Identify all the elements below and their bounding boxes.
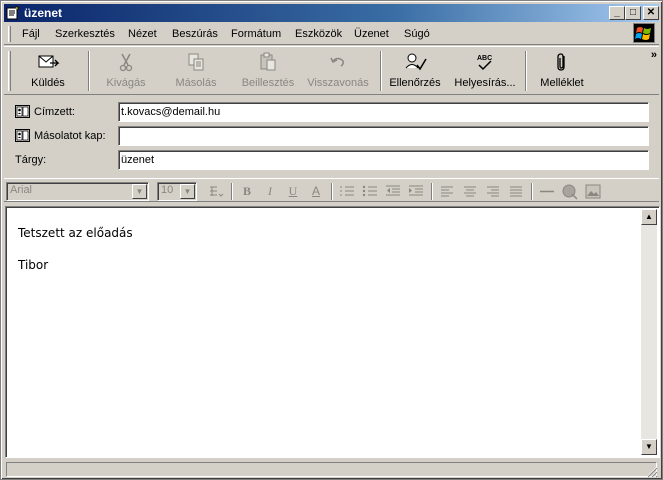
standard-toolbar: Küldés Kivágás Másolás Beillesztés Vissz… (4, 46, 659, 95)
spelling-label: Helyesírás... (454, 77, 516, 89)
hyperlink-icon[interactable] (561, 183, 579, 200)
toolbar-grip[interactable] (8, 51, 11, 91)
menu-help[interactable]: Súgó (404, 27, 430, 41)
align-right-icon[interactable] (484, 183, 502, 200)
to-field[interactable] (118, 102, 649, 122)
paste-label: Beillesztés (241, 77, 295, 89)
attach-button[interactable]: Melléklet (536, 49, 588, 93)
body-line: Tetszett az előadás (18, 226, 133, 240)
font-color-button[interactable]: A (307, 183, 325, 200)
address-book-icon[interactable] (15, 105, 30, 118)
scroll-down-button[interactable]: ▼ (641, 439, 657, 455)
menu-insert[interactable]: Beszúrás (172, 27, 218, 41)
new-message-icon (6, 6, 19, 20)
format-separator (231, 183, 233, 200)
window-title: üzenet (24, 6, 63, 20)
copy-label: Másolás (175, 77, 217, 89)
chevron-down-icon[interactable]: ▼ (132, 184, 147, 199)
scissors-icon (119, 53, 133, 72)
subject-field[interactable] (118, 150, 649, 170)
paste-icon (260, 52, 276, 71)
formatting-toolbar: Arial ▼ 10 ▼ B I U A (4, 178, 659, 202)
menu-format[interactable]: Formátum (231, 27, 281, 41)
menu-edit[interactable]: Szerkesztés (55, 27, 115, 41)
underline-button[interactable]: U (284, 183, 302, 200)
toolbar-separator (525, 51, 527, 91)
body-line: Tibor (18, 258, 49, 272)
maximize-button[interactable]: □ (625, 6, 641, 20)
font-size-select[interactable]: 10 ▼ (157, 182, 197, 201)
check-names-icon (405, 53, 427, 71)
copy-button[interactable]: Másolás (168, 49, 224, 93)
cc-label: Másolatot kap: (34, 130, 106, 142)
minimize-button[interactable]: _ (609, 6, 625, 20)
cc-field[interactable] (118, 126, 649, 146)
menu-view[interactable]: Nézet (128, 27, 157, 41)
send-icon (38, 55, 60, 68)
increase-indent-icon[interactable] (407, 183, 425, 200)
font-name-value: Arial (10, 184, 33, 196)
copy-icon (188, 53, 204, 71)
windows-logo-icon (633, 23, 655, 43)
check-names-button[interactable]: Ellenőrzés (388, 49, 442, 93)
status-pane (6, 462, 657, 477)
send-button[interactable]: Küldés (20, 49, 76, 93)
address-book-icon[interactable] (15, 129, 30, 142)
menu-grip[interactable] (8, 26, 11, 42)
resize-grip-icon[interactable] (645, 465, 658, 478)
bold-button[interactable]: B (238, 183, 256, 200)
format-separator (431, 183, 433, 200)
menu-bar: Fájl Szerkesztés Nézet Beszúrás Formátum… (4, 23, 659, 45)
menu-tools[interactable]: Eszközök (295, 27, 342, 41)
send-label: Küldés (31, 77, 65, 89)
message-window: üzenet _ □ ✕ Fájl Szerkesztés Nézet Besz… (0, 0, 663, 480)
toolbar-separator (88, 51, 90, 91)
paragraph-style-icon[interactable] (207, 183, 225, 200)
to-label: Címzett: (34, 106, 75, 118)
menu-file[interactable]: Fájl (22, 27, 40, 41)
toolbar-separator (380, 51, 382, 91)
font-size-value: 10 (161, 184, 174, 196)
subject-label: Tárgy: (15, 154, 47, 166)
check-names-label: Ellenőrzés (389, 77, 441, 89)
numbered-list-icon[interactable] (338, 183, 356, 200)
attach-label: Melléklet (540, 77, 584, 89)
italic-button[interactable]: I (261, 183, 279, 200)
font-name-select[interactable]: Arial ▼ (6, 182, 149, 201)
horizontal-line-icon[interactable] (538, 183, 556, 200)
align-left-icon[interactable] (438, 183, 456, 200)
cut-label: Kivágás (106, 77, 146, 89)
paperclip-icon (557, 53, 565, 71)
cut-button[interactable]: Kivágás (100, 49, 152, 93)
chevron-down-icon[interactable]: ▼ (180, 184, 195, 199)
undo-icon (330, 57, 344, 67)
close-button[interactable]: ✕ (643, 6, 659, 20)
paste-button[interactable]: Beillesztés (238, 49, 298, 93)
menu-message[interactable]: Üzenet (354, 27, 389, 41)
format-separator (531, 183, 533, 200)
justify-icon[interactable] (507, 183, 525, 200)
insert-picture-icon[interactable] (584, 183, 602, 200)
message-body-editor[interactable]: Tetszett az előadás Tibor ▲ ▼ (5, 206, 660, 458)
svg-text:ABC: ABC (477, 55, 492, 62)
spelling-icon: ABC (477, 55, 492, 71)
align-center-icon[interactable] (461, 183, 479, 200)
decrease-indent-icon[interactable] (384, 183, 402, 200)
scroll-up-button[interactable]: ▲ (641, 209, 657, 225)
toolbar-overflow-chevron-icon[interactable]: » (651, 49, 657, 61)
vertical-scrollbar[interactable]: ▲ ▼ (641, 209, 657, 455)
bullet-list-icon[interactable] (361, 183, 379, 200)
spelling-button[interactable]: ABC Helyesírás... (452, 49, 518, 93)
title-bar[interactable]: üzenet _ □ ✕ (4, 4, 659, 22)
undo-label: Visszavonás (307, 77, 369, 89)
status-bar (4, 460, 659, 478)
undo-button[interactable]: Visszavonás (304, 49, 372, 93)
format-separator (331, 183, 333, 200)
